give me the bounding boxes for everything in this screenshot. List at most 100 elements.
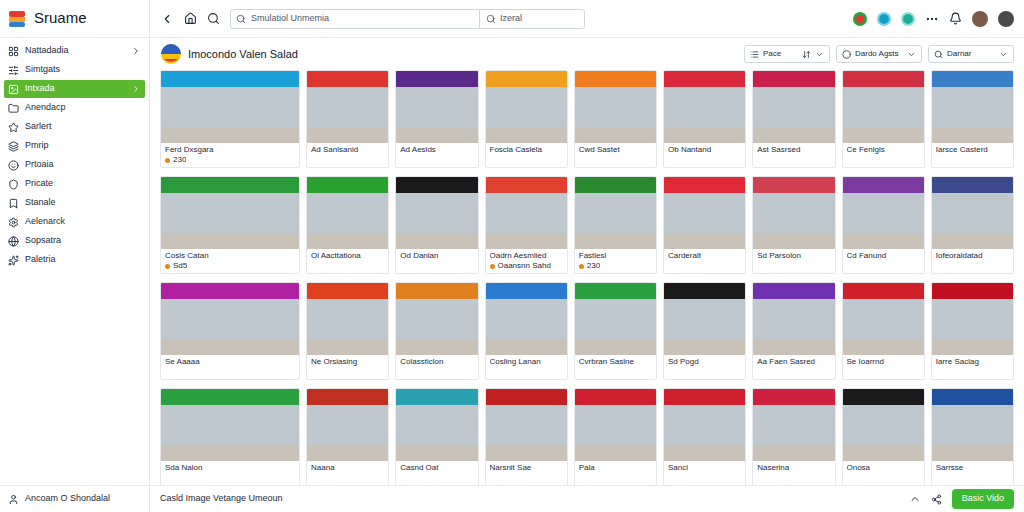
menu-icon	[8, 84, 19, 95]
gallery-card[interactable]: Od Danlan	[395, 176, 478, 274]
gallery-card[interactable]: Fastlesl230	[574, 176, 657, 274]
store-photo	[161, 177, 299, 249]
filter-dropdown[interactable]: Dardo Agsts	[836, 45, 922, 63]
gallery-card[interactable]: Ad Aeslds	[395, 70, 478, 168]
gallery-card[interactable]: Ad Sanlsanid	[306, 70, 389, 168]
gallery-card[interactable]: Onosa	[842, 388, 925, 485]
search-icon	[236, 14, 246, 24]
sidebar-item[interactable]: Aelenarck	[4, 213, 145, 231]
main: Smulatiol UnmemiaIzeralImocondo Valen Sa…	[150, 0, 1024, 512]
rating-icon	[579, 264, 584, 269]
share-icon[interactable]	[931, 494, 942, 505]
flag-icon	[160, 43, 182, 65]
store-photo	[575, 71, 656, 143]
gallery-card[interactable]: Cosling Lanan	[485, 282, 568, 380]
primary-button[interactable]: Basic Vido	[952, 489, 1014, 509]
user-icon	[8, 494, 19, 505]
card-caption: Ad Sanlsanid	[307, 143, 388, 167]
gallery-card[interactable]: Ob Nantand	[663, 70, 746, 168]
gallery-card[interactable]: Colassticlon	[395, 282, 478, 380]
gallery-card[interactable]: Oadrn AesmliedOaansnn Sahd	[485, 176, 568, 274]
gallery-card[interactable]: Ferd Dxsgara230	[160, 70, 300, 168]
sort-icon	[802, 50, 811, 59]
gallery-card[interactable]: Naserina	[752, 388, 835, 485]
more-icon[interactable]	[925, 12, 939, 26]
chat-icon[interactable]	[877, 12, 891, 26]
help-icon[interactable]	[901, 12, 915, 26]
store-photo	[753, 389, 834, 461]
menu-icon	[8, 198, 19, 209]
gallery-card[interactable]: Ce Fenlgls	[842, 70, 925, 168]
gallery-card[interactable]: Sancl	[663, 388, 746, 485]
menu-icon	[8, 65, 19, 76]
gallery-card[interactable]: Cwd Sastet	[574, 70, 657, 168]
sidebar-item[interactable]: Sopsatra	[4, 232, 145, 250]
filter-dropdown[interactable]: Darnar	[928, 45, 1014, 63]
store-photo	[486, 283, 567, 355]
sidebar: SruameNattadadiaSimtgatsIntxadaAnendacpS…	[0, 0, 150, 512]
gallery-card[interactable]: Iofeoraldatad	[931, 176, 1014, 274]
home-icon[interactable]	[184, 12, 197, 25]
gallery-card[interactable]: Foscla Caslela	[485, 70, 568, 168]
card-caption: Pala	[575, 461, 656, 485]
sidebar-item[interactable]: Stanale	[4, 194, 145, 212]
gallery-card[interactable]: Sd Parsolon	[752, 176, 835, 274]
store-photo	[753, 283, 834, 355]
gallery-card[interactable]: Narsnit Sae	[485, 388, 568, 485]
card-caption: Naana	[307, 461, 388, 485]
store-photo	[396, 283, 477, 355]
sidebar-item[interactable]: Simtgats	[4, 61, 145, 79]
gallery-card[interactable]: Iarsce Casterd	[931, 70, 1014, 168]
card-caption: Se Aaaaa	[161, 355, 299, 379]
avatar-icon[interactable]	[972, 11, 988, 27]
gallery-card[interactable]: Carderalt	[663, 176, 746, 274]
gallery-card[interactable]: Ne Orsiasing	[306, 282, 389, 380]
card-caption: Cd Fanund	[843, 249, 924, 273]
app-window: SruameNattadadiaSimtgatsIntxadaAnendacpS…	[0, 0, 1024, 512]
region-icon[interactable]	[853, 12, 867, 26]
card-caption: Cosling Lanan	[486, 355, 567, 379]
store-photo	[396, 389, 477, 461]
brand[interactable]: Sruame	[0, 0, 149, 38]
gallery-card[interactable]: Casnd Oat	[395, 388, 478, 485]
gallery-card[interactable]: Cosls CatanSd5	[160, 176, 300, 274]
sidebar-item[interactable]: Anendacp	[4, 99, 145, 117]
sidebar-item[interactable]: Paletria	[4, 251, 145, 269]
sidebar-item[interactable]: Intxada	[4, 80, 145, 98]
sidebar-item[interactable]: Pmrip	[4, 137, 145, 155]
gallery-card[interactable]: Naana	[306, 388, 389, 485]
gallery-card[interactable]: Iarre Saclag	[931, 282, 1014, 380]
gallery-card[interactable]: Oi Aacttationa	[306, 176, 389, 274]
store-photo	[753, 71, 834, 143]
card-caption: Sd Pogd	[664, 355, 745, 379]
sidebar-footer[interactable]: Ancoam O Shondalal	[0, 485, 149, 512]
back-icon[interactable]	[160, 12, 174, 26]
rating-icon	[490, 264, 495, 269]
store-photo	[575, 389, 656, 461]
gallery-card[interactable]: Se Ioarrnd	[842, 282, 925, 380]
gallery-card[interactable]: Cvrbran Saslne	[574, 282, 657, 380]
bell-icon[interactable]	[949, 12, 962, 25]
search-icon[interactable]	[207, 12, 220, 25]
gallery-card[interactable]: Sd Pogd	[663, 282, 746, 380]
search-scope[interactable]: Izeral	[479, 10, 584, 28]
gallery-card[interactable]: Sarrsse	[931, 388, 1014, 485]
avatar-icon[interactable]	[998, 11, 1014, 27]
store-photo	[932, 177, 1013, 249]
gallery-card[interactable]: Se Aaaaa	[160, 282, 300, 380]
sidebar-item[interactable]: Pricate	[4, 175, 145, 193]
up-icon[interactable]	[909, 493, 921, 505]
gallery-card[interactable]: Cd Fanund	[842, 176, 925, 274]
gallery-card[interactable]: Ast Sasrsed	[752, 70, 835, 168]
sidebar-item[interactable]: Nattadadia	[4, 42, 145, 60]
store-photo	[664, 283, 745, 355]
sidebar-item[interactable]: Sarlert	[4, 118, 145, 136]
sidebar-item[interactable]: Prtoaia	[4, 156, 145, 174]
gallery-card[interactable]: Pala	[574, 388, 657, 485]
card-caption: Ob Nantand	[664, 143, 745, 167]
gallery-card[interactable]: Aa Faen Sasred	[752, 282, 835, 380]
filter-dropdown[interactable]: Pace	[744, 45, 830, 63]
content: Imocondo Valen SaladPaceDardo AgstsDarna…	[150, 38, 1024, 485]
gallery-card[interactable]: Sda Nalon	[160, 388, 300, 485]
search-field[interactable]: Smulatiol UnmemiaIzeral	[230, 9, 585, 29]
